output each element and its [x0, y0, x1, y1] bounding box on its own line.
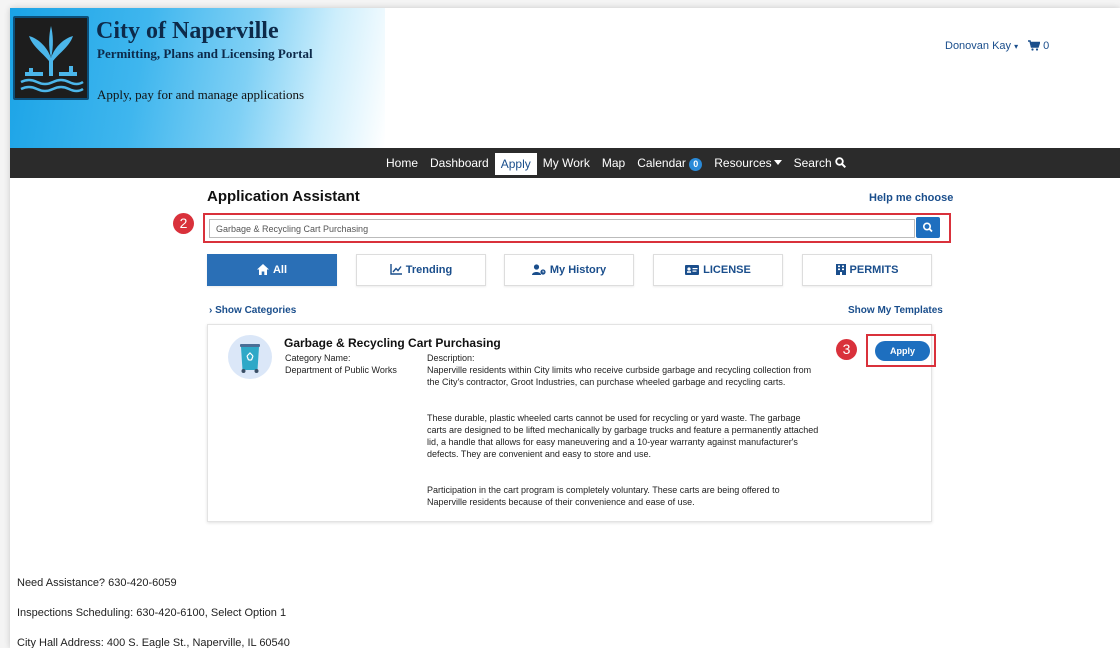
cart-count: 0	[1043, 40, 1050, 52]
apply-button[interactable]: Apply	[875, 341, 930, 361]
tab-license[interactable]: LICENSE	[653, 254, 783, 286]
tab-my-history-label: My History	[549, 264, 607, 276]
calendar-count-badge: 0	[689, 158, 703, 171]
tab-my-history[interactable]: My History	[504, 254, 634, 286]
show-categories-link[interactable]: › Show Categories	[209, 305, 296, 316]
result-title[interactable]: Garbage & Recycling Cart Purchasing	[284, 336, 501, 350]
tab-trending[interactable]: Trending	[356, 254, 486, 286]
step-marker-2: 2	[173, 213, 194, 234]
nav-resources-label: Resources	[714, 156, 772, 170]
building-icon	[835, 264, 846, 275]
nav-home[interactable]: Home	[380, 148, 424, 178]
tab-all[interactable]: All	[207, 254, 337, 286]
user-clock-icon	[531, 264, 546, 275]
description-paragraph-3: Participation in the cart program is com…	[427, 485, 780, 507]
caret-down-icon	[773, 160, 782, 165]
tab-all-label: All	[272, 264, 288, 276]
home-icon	[256, 264, 269, 275]
tab-license-label: LICENSE	[703, 264, 751, 276]
nav-my-work-label: My Work	[542, 156, 590, 170]
show-categories-label: Show Categories	[215, 305, 297, 316]
cart-link[interactable]: 0	[1028, 40, 1049, 52]
page: City of Naperville Permitting, Plans and…	[10, 8, 1120, 648]
tab-permits[interactable]: PERMITS	[802, 254, 932, 286]
nav-resources[interactable]: Resources	[708, 148, 787, 178]
nav-map-label: Map	[601, 156, 626, 170]
search-icon	[923, 222, 933, 233]
search-icon	[835, 157, 847, 169]
category-tabs: All Trending My History LICENSE PERMITS	[207, 254, 932, 286]
site-subtitle: Permitting, Plans and Licensing Portal	[97, 46, 313, 61]
footer-address: City Hall Address: 400 S. Eagle St., Nap…	[17, 637, 290, 648]
footer-inspections: Inspections Scheduling: 630-420-6100, Se…	[17, 607, 287, 619]
main-navbar: Home Dashboard Apply My Work Map Calenda…	[10, 148, 1120, 178]
tab-trending-label: Trending	[405, 264, 453, 276]
search-button[interactable]	[916, 217, 940, 238]
page-title: Application Assistant	[207, 188, 360, 205]
show-my-templates-link[interactable]: Show My Templates	[848, 305, 943, 316]
id-card-icon	[685, 265, 700, 275]
recycling-cart-icon	[228, 335, 272, 379]
category-value: Department of Public Works	[285, 365, 397, 375]
nav-search-label: Search	[793, 156, 832, 170]
description-paragraph-2: These durable, plastic wheeled carts can…	[427, 413, 819, 459]
search-input[interactable]	[209, 219, 915, 238]
chevron-right-icon: ›	[209, 305, 213, 316]
description-paragraph-1: Naperville residents within City limits …	[427, 365, 812, 387]
description-label: Description:	[427, 353, 475, 363]
help-me-choose-link[interactable]: Help me choose	[869, 192, 953, 204]
nav-my-work[interactable]: My Work	[537, 148, 596, 178]
cart-icon	[1028, 40, 1041, 51]
result-card: Garbage & Recycling Cart Purchasing Cate…	[207, 324, 936, 522]
city-logo[interactable]	[13, 16, 89, 100]
chevron-down-icon: ▾	[1014, 42, 1019, 51]
step-marker-3: 3	[836, 339, 857, 360]
site-header: City of Naperville Permitting, Plans and…	[10, 8, 1120, 148]
category-label: Category Name:	[285, 353, 351, 363]
user-menu[interactable]: Donovan Kay ▾	[945, 40, 1018, 52]
nav-apply-label: Apply	[500, 157, 531, 171]
nav-calendar-label: Calendar	[637, 156, 686, 170]
nav-home-label: Home	[386, 156, 419, 170]
footer-assistance: Need Assistance? 630-420-6059	[17, 577, 177, 589]
nav-map[interactable]: Map	[596, 148, 631, 178]
nav-dashboard-label: Dashboard	[430, 156, 489, 170]
nav-dashboard[interactable]: Dashboard	[424, 148, 495, 178]
nav-calendar[interactable]: Calendar 0	[631, 148, 708, 178]
site-tagline: Apply, pay for and manage applications	[97, 87, 305, 102]
site-title: City of Naperville	[96, 18, 279, 44]
nav-apply[interactable]: Apply	[494, 153, 537, 175]
nav-search[interactable]: Search	[788, 148, 852, 178]
tab-permits-label: PERMITS	[849, 264, 899, 276]
user-name: Donovan Kay	[945, 40, 1012, 52]
line-chart-icon	[390, 264, 402, 275]
